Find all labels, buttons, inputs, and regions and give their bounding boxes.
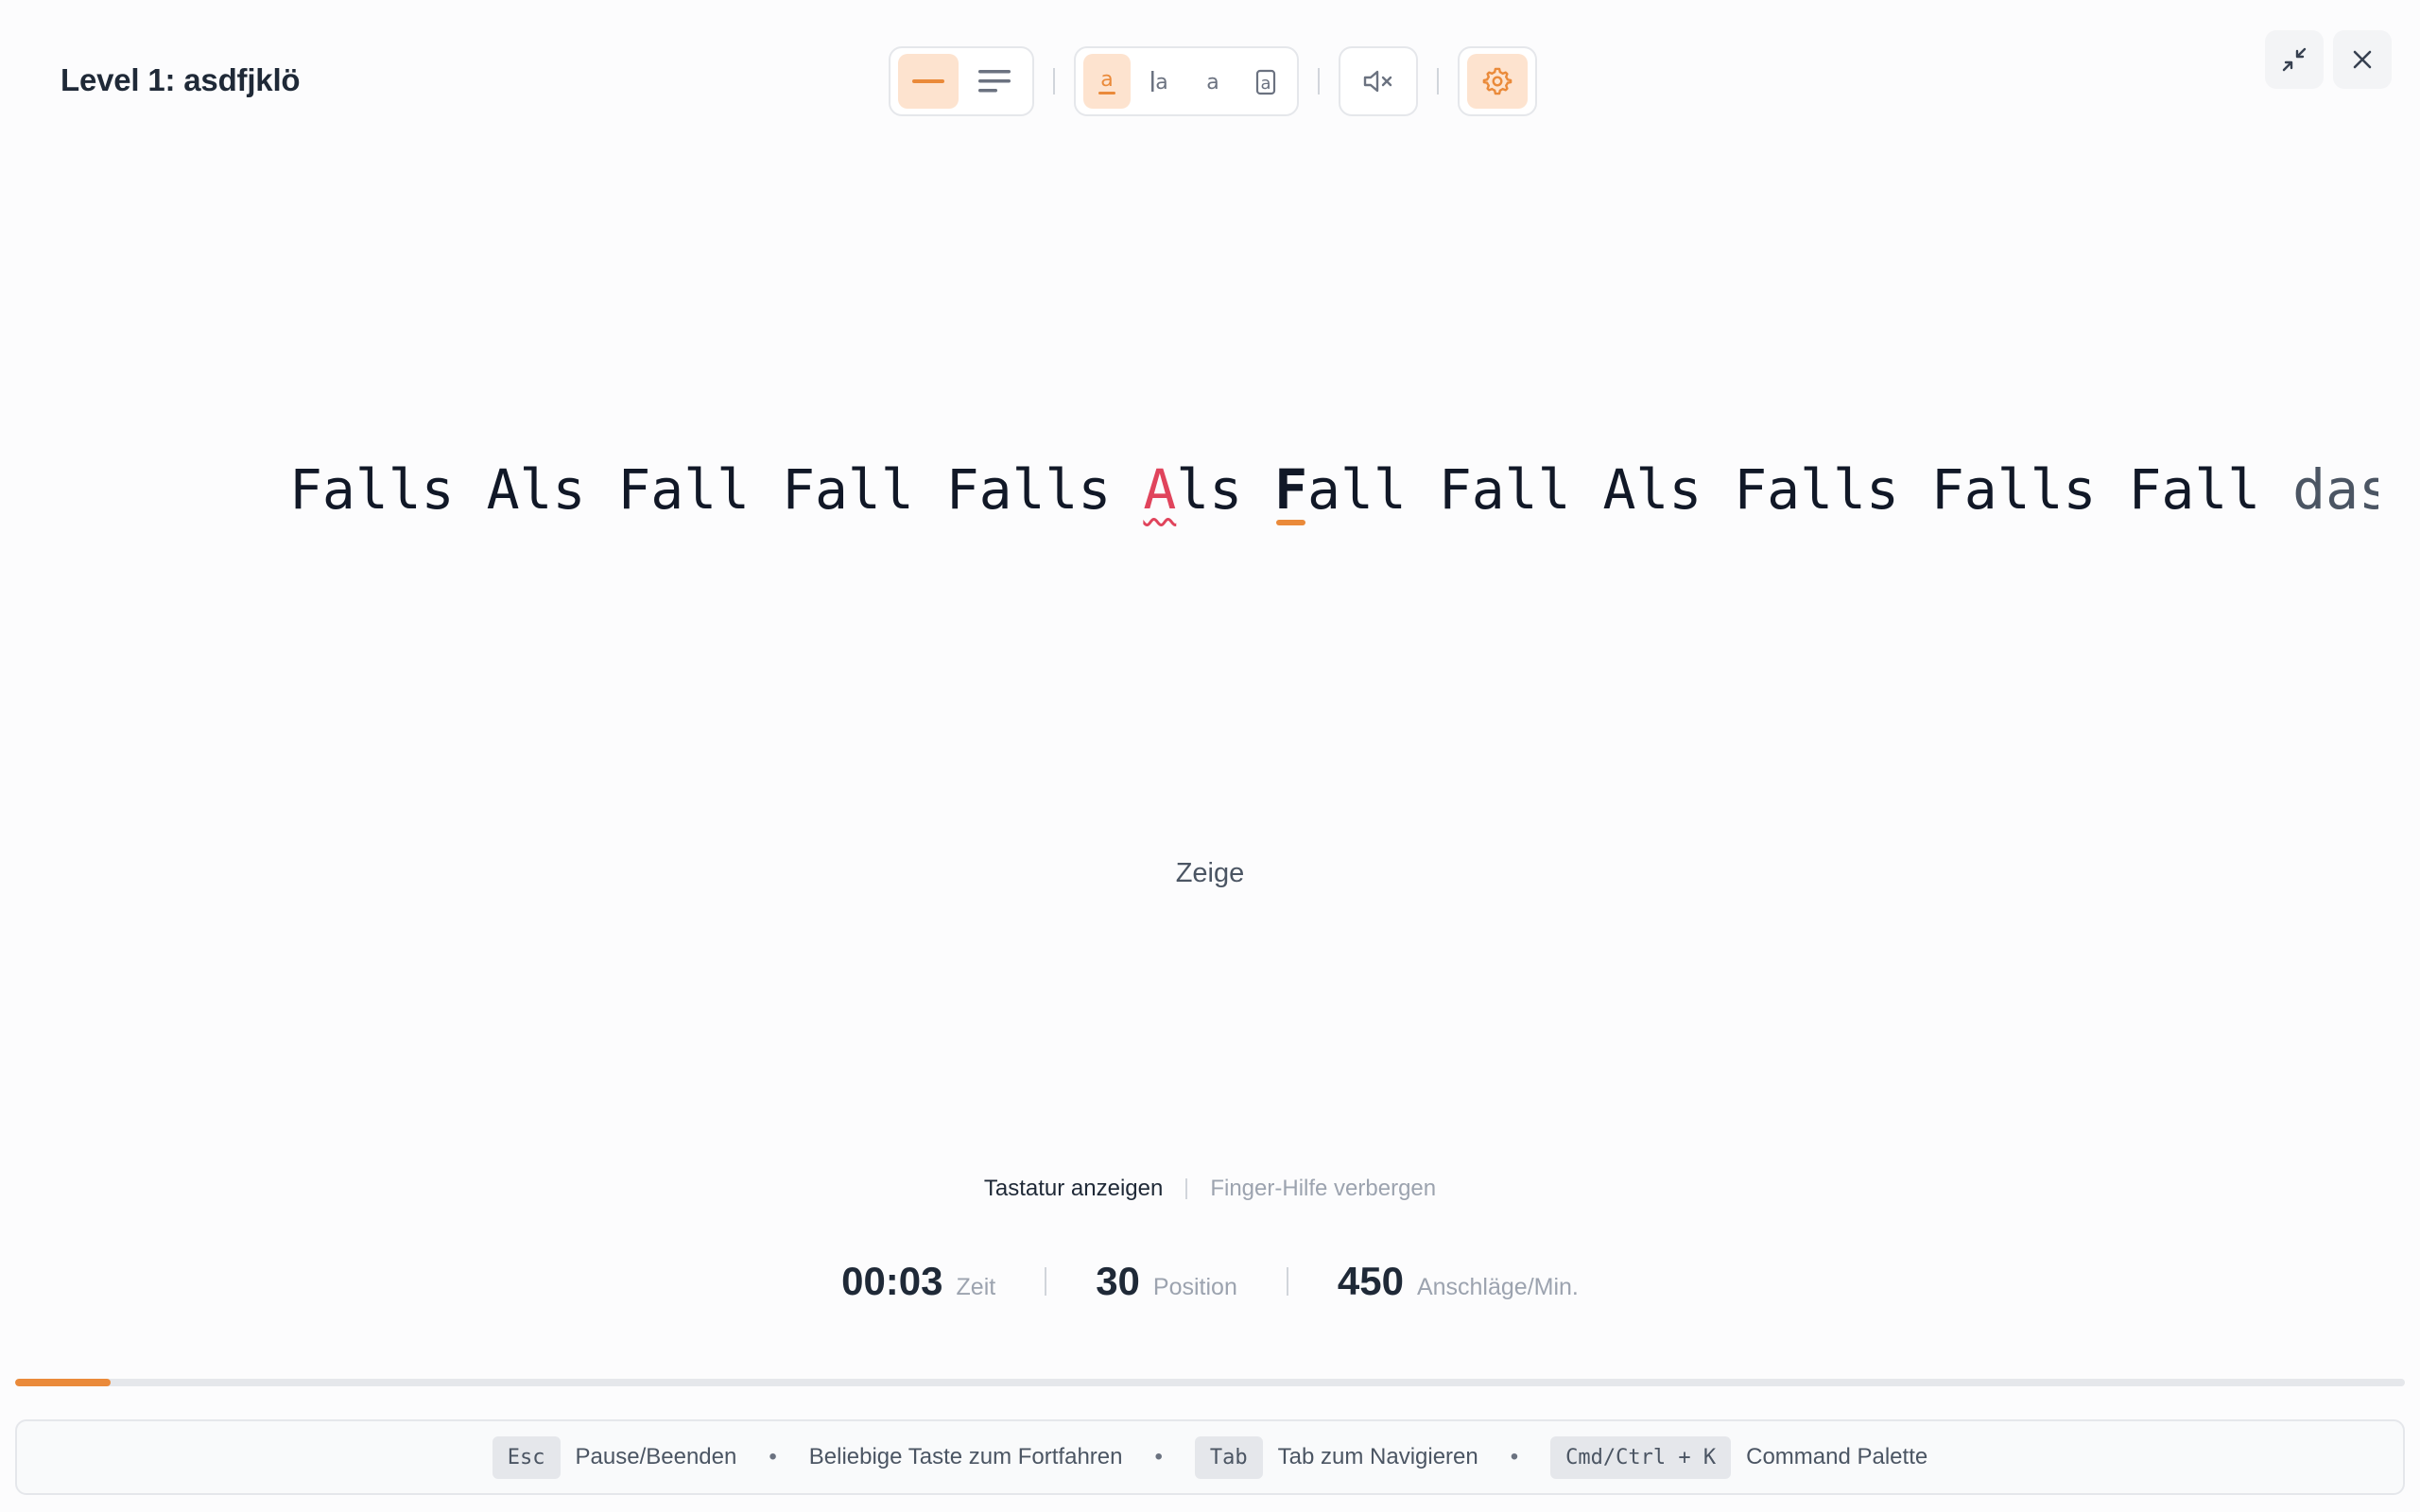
footer-separator: • [1510, 1444, 1519, 1469]
footer-separator: • [769, 1444, 777, 1469]
typing-word: Falls [945, 457, 1112, 522]
close-button[interactable] [2333, 30, 2392, 89]
typing-word: Als [1143, 452, 1242, 527]
esc-label: Pause/Beenden [575, 1444, 737, 1469]
typing-word: Falls [1930, 457, 2097, 522]
toolbar: a a a a [889, 45, 1537, 117]
hide-finger-help-link[interactable]: Finger-Hilfe verbergen [1210, 1176, 1436, 1202]
cursor-char: F [1274, 457, 1308, 522]
window-controls [2265, 30, 2392, 89]
speed-label: Anschläge/Min. [1416, 1274, 1579, 1300]
typing-trainer-app: Level 1: asdfjklö a a a a Falls Als Fall… [0, 0, 2420, 1512]
stat-divider [1045, 1267, 1047, 1296]
link-divider [1185, 1178, 1188, 1199]
typing-word: Fall [1438, 457, 1571, 522]
cursor-block-icon: a [1255, 69, 1276, 95]
line-icon [912, 79, 944, 83]
cursor-none-button[interactable]: a [1189, 54, 1236, 109]
settings-group [1458, 46, 1537, 116]
typing-text-line[interactable]: Falls Als Fall Fall Falls Als Fall Fall Als Falls… [289, 452, 2378, 527]
svg-text:a: a [1206, 71, 1219, 94]
typing-word: Falls [1734, 457, 1899, 522]
toolbar-divider [1437, 68, 1439, 94]
cursor-bar-button[interactable]: a [1136, 54, 1184, 109]
tab-label: Tab zum Navigieren [1277, 1444, 1478, 1469]
time-value: 00:03 [841, 1259, 943, 1303]
toolbar-divider [1318, 68, 1320, 94]
sound-group [1339, 46, 1418, 116]
progress-fill [15, 1379, 112, 1386]
svg-text:a: a [1260, 74, 1270, 94]
mute-icon [1363, 70, 1392, 93]
stat-divider [1286, 1267, 1288, 1296]
sound-toggle-button[interactable] [1348, 54, 1409, 109]
position-label: Position [1152, 1274, 1237, 1300]
command-palette-key: Cmd/Ctrl + K [1550, 1435, 1732, 1479]
svg-text:a: a [1100, 68, 1113, 92]
paragraph-icon [978, 70, 1011, 93]
typing-word: Als [1602, 457, 1703, 522]
cursor-style-group: a a a a [1074, 46, 1299, 116]
line-mode-group [889, 46, 1034, 116]
level-title: Level 1: asdfjklö [60, 62, 301, 97]
any-key-label: Beliebige Taste zum Fortfahren [808, 1444, 1123, 1469]
typing-word: Falls [289, 457, 455, 522]
gear-icon [1482, 67, 1512, 95]
multi-line-mode-button[interactable] [964, 54, 1025, 109]
typing-word: Fall [2128, 457, 2261, 522]
error-char: A [1143, 457, 1177, 522]
time-label: Zeit [956, 1274, 996, 1300]
finger-hint-text: Zeige [1175, 858, 1245, 888]
cursor-bar-icon: a [1151, 71, 1168, 94]
minimize-button[interactable] [2265, 30, 2324, 89]
typing-word: Fall [617, 457, 751, 522]
cursor-block-button[interactable]: a [1242, 54, 1289, 109]
collapse-icon [2282, 47, 2307, 72]
tab-key: Tab [1194, 1435, 1263, 1479]
speed-value: 450 [1337, 1259, 1404, 1303]
help-links: Tastatur anzeigen Finger-Hilfe verbergen [0, 1176, 2420, 1202]
cursor-underline-button[interactable]: a [1083, 54, 1131, 109]
toolbar-divider [1053, 68, 1055, 94]
svg-text:a: a [1155, 71, 1167, 94]
progress-bar [15, 1379, 2405, 1386]
shortcut-footer: Esc Pause/Beenden • Beliebige Taste zum … [15, 1419, 2405, 1495]
stats-bar: 00:03 Zeit 30 Position 450 Anschläge/Min… [0, 1259, 2420, 1304]
command-palette-label: Command Palette [1746, 1444, 1928, 1469]
footer-separator: • [1154, 1444, 1163, 1469]
esc-key: Esc [492, 1435, 561, 1479]
typing-word: dass [2292, 457, 2378, 522]
position-value: 30 [1096, 1259, 1140, 1303]
cursor-none-icon: a [1206, 71, 1219, 94]
typing-word: Fall [782, 457, 914, 522]
settings-button[interactable] [1467, 54, 1528, 109]
word-rest: ls [1176, 457, 1243, 522]
close-icon [2353, 50, 2372, 69]
typing-word: Als [486, 457, 586, 522]
single-line-mode-button[interactable] [898, 54, 959, 109]
word-rest: all [1307, 457, 1407, 522]
show-keyboard-link[interactable]: Tastatur anzeigen [984, 1176, 1163, 1202]
typing-word: Fall [1274, 452, 1407, 527]
cursor-underline-icon: a [1098, 68, 1115, 94]
